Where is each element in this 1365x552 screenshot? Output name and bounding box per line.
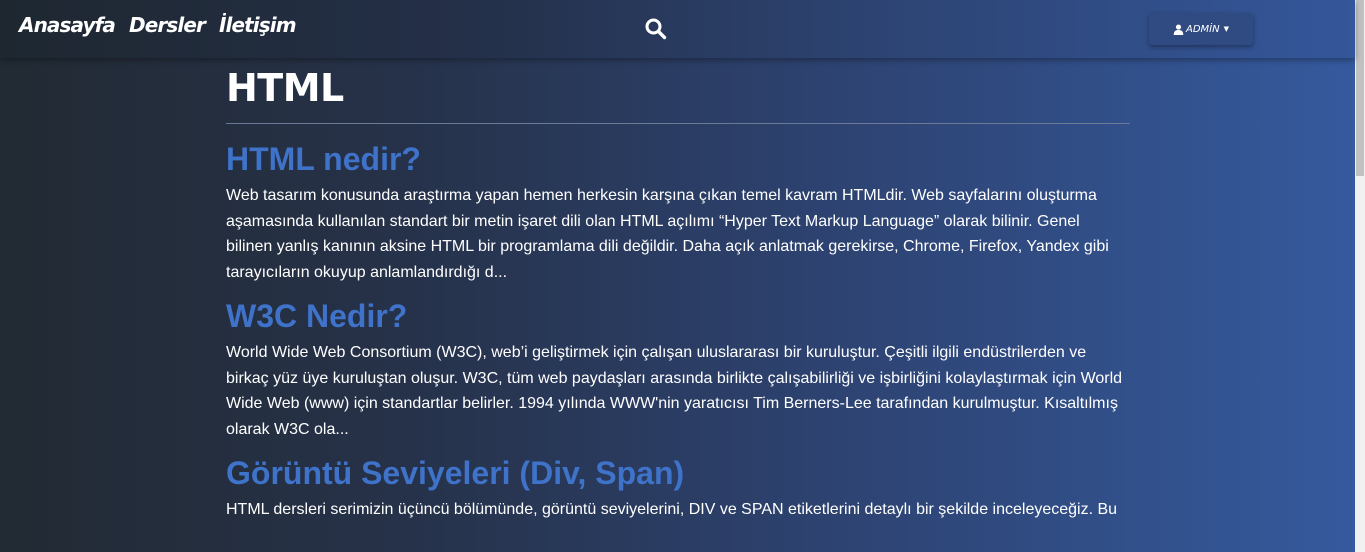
article-excerpt: Web tasarım konusunda araştırma yapan he… bbox=[226, 187, 1109, 282]
top-navbar: Anasayfa Dersler İletişim ADMİN ▼ bbox=[0, 0, 1355, 58]
search-icon bbox=[645, 18, 667, 40]
article-excerpt: World Wide Web Consortium (W3C), web’i g… bbox=[226, 343, 1123, 438]
article-excerpt: HTML dersleri serimizin üçüncü bölümünde… bbox=[226, 500, 1118, 518]
page-scrollbar[interactable] bbox=[1355, 0, 1365, 552]
user-menu-button[interactable]: ADMİN ▼ bbox=[1149, 13, 1253, 45]
nav-link-dersler[interactable]: Dersler bbox=[129, 13, 206, 37]
article-title-html-nedir[interactable]: HTML nedir? bbox=[226, 140, 1130, 178]
caret-down-icon: ▼ bbox=[1223, 25, 1229, 33]
title-divider bbox=[226, 123, 1130, 124]
search-button[interactable] bbox=[644, 17, 668, 41]
page-title: HTML bbox=[226, 66, 344, 110]
nav-link-iletisim[interactable]: İletişim bbox=[219, 13, 297, 37]
article-title-w3c-nedir[interactable]: W3C Nedir? bbox=[226, 297, 1130, 335]
user-menu-label: ADMİN bbox=[1186, 23, 1220, 35]
nav-link-anasayfa[interactable]: Anasayfa bbox=[19, 13, 116, 37]
nav-links: Anasayfa Dersler İletişim bbox=[19, 13, 297, 37]
user-icon bbox=[1173, 24, 1184, 35]
scrollbar-thumb[interactable] bbox=[1356, 0, 1364, 176]
main-content: HTML HTML nedir? Web tasarım konusunda a… bbox=[226, 58, 1130, 522]
article-title-goruntu-seviyeleri[interactable]: Görüntü Seviyeleri (Div, Span) bbox=[226, 454, 1130, 492]
